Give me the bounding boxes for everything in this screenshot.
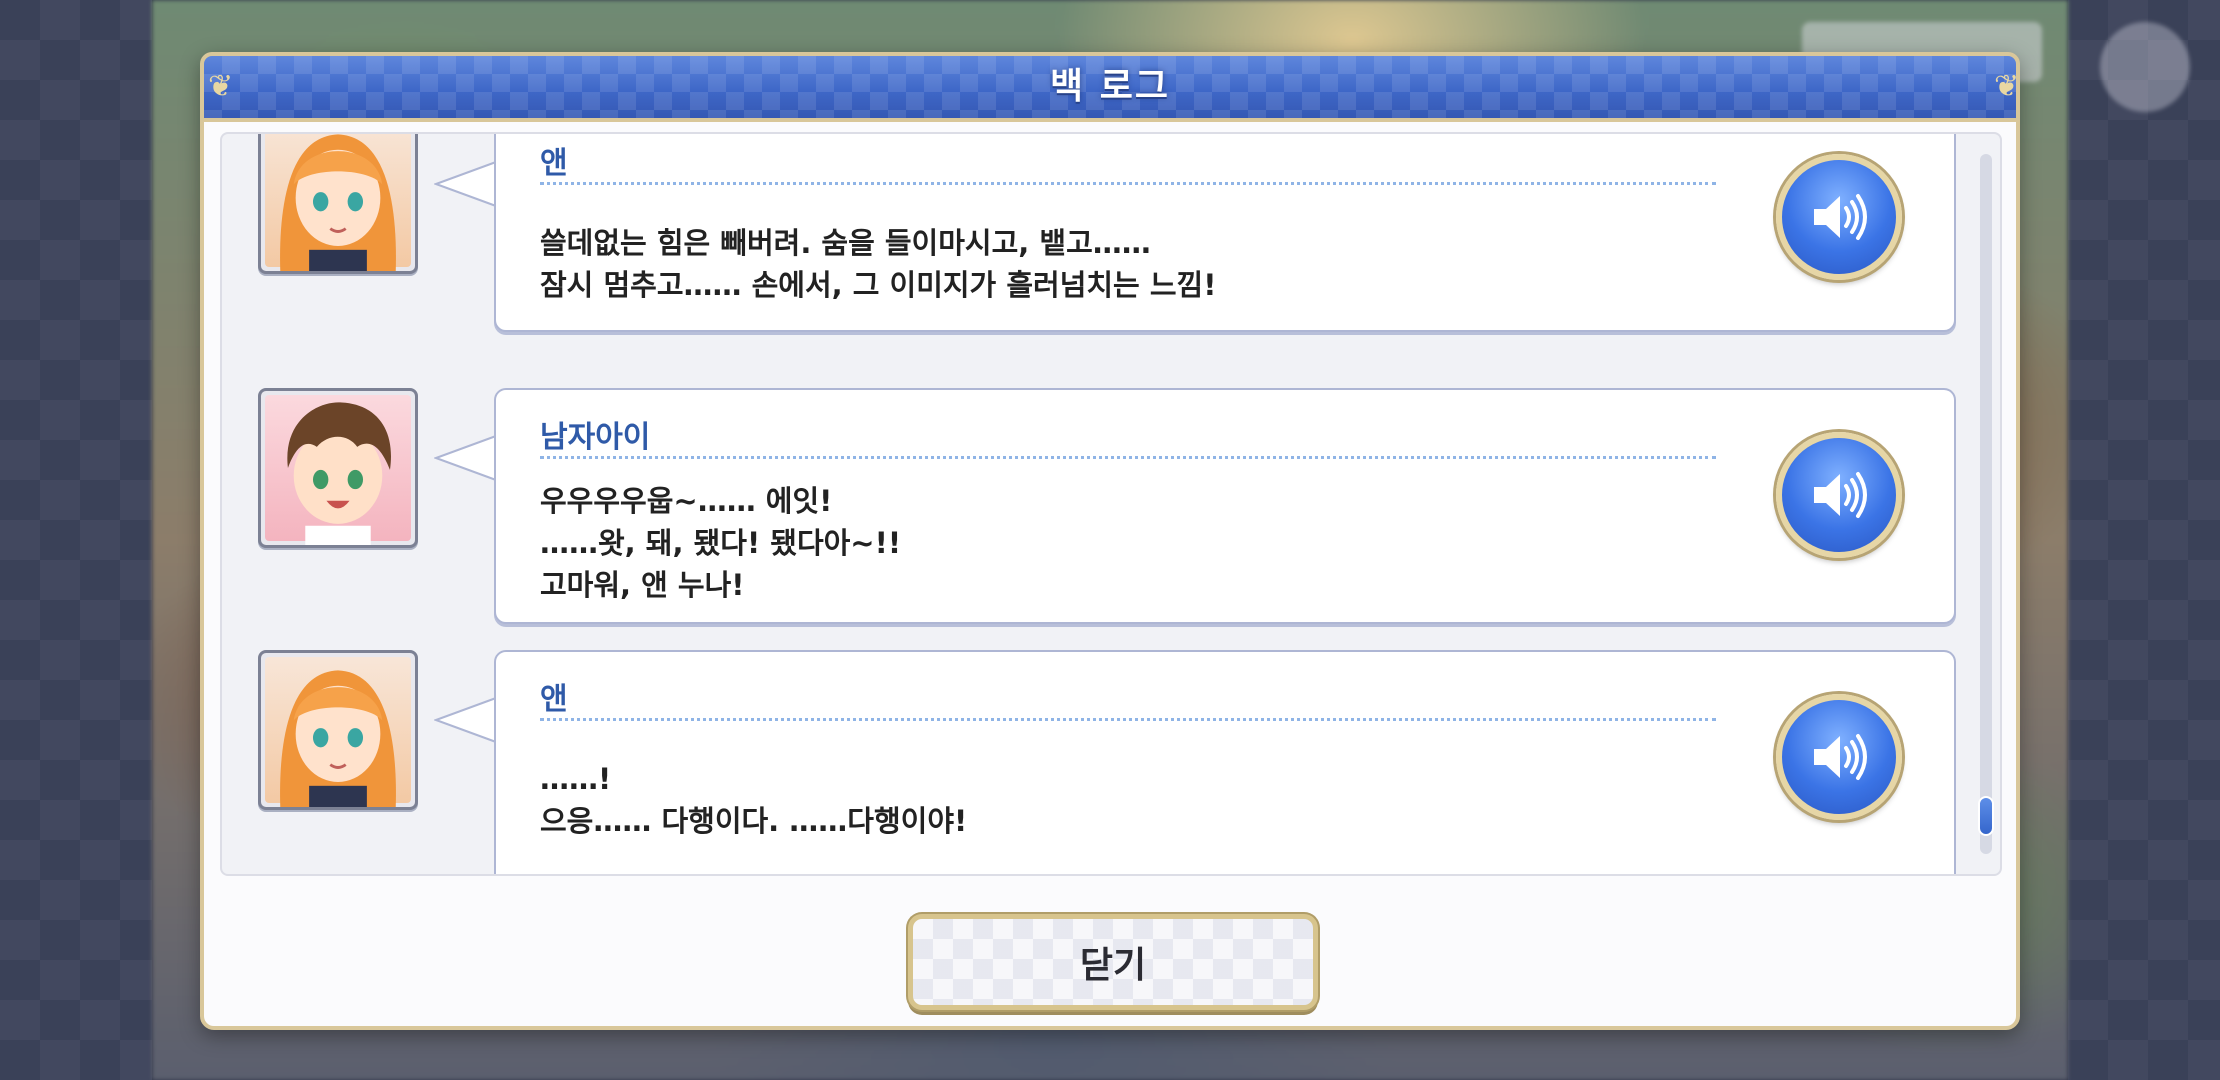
dialogue-line: 고마워, 앤 누나!	[540, 568, 745, 602]
speaker-volume-icon	[1814, 472, 1867, 518]
speaker-name: 남자아이	[540, 420, 651, 455]
speaker-volume-icon	[1814, 734, 1867, 780]
divider	[540, 456, 1716, 459]
dialogue-line: 잠시 멈추고…… 손에서, 그 이미지가 흘러넘치는 느낌!	[540, 268, 1217, 302]
close-button[interactable]: 닫기	[908, 914, 1318, 1010]
avatar	[258, 650, 418, 810]
speaker-name: 앤	[540, 146, 568, 181]
dialogue-text: 쓸데없는 힘은 빼버려. 숨을 들이마시고, 뱉고…… 잠시 멈추고…… 손에서…	[540, 222, 1690, 306]
dialogue-line: 쓸데없는 힘은 빼버려. 숨을 들이마시고, 뱉고……	[540, 226, 1151, 260]
divider	[540, 718, 1716, 721]
divider	[540, 182, 1716, 185]
dialogue-line: ……!	[540, 762, 612, 796]
left-side-pattern	[0, 0, 152, 1080]
ornament-icon: ❦	[1994, 69, 2020, 104]
scrollbar[interactable]	[1978, 154, 1994, 854]
backlog-list[interactable]: 앤 쓸데없는 힘은 빼버려. 숨을 들이마시고, 뱉고…… 잠시 멈추고…… 손…	[220, 132, 2002, 876]
right-side-pattern	[2068, 0, 2220, 1080]
list-item: 앤 ……! 으응…… 다행이다. ……다행이야!	[222, 650, 1972, 874]
dialogue-line: ……왓, 돼, 됐다! 됐다아~!!	[540, 526, 902, 560]
scrollbar-thumb[interactable]	[1978, 796, 1994, 836]
dialog-title: 백 로그	[1050, 66, 1170, 107]
dialogue-text: 우우우우웁~…… 에잇! ……왓, 돼, 됐다! 됐다아~!! 고마워, 앤 누…	[540, 480, 1690, 606]
list-item: 앤 쓸데없는 힘은 빼버려. 숨을 들이마시고, 뱉고…… 잠시 멈추고…… 손…	[222, 134, 1972, 350]
voice-play-button[interactable]	[1776, 154, 1902, 280]
list-item: 남자아이 우우우우웁~…… 에잇! ……왓, 돼, 됐다! 됐다아~!! 고마워…	[222, 388, 1972, 624]
avatar	[258, 134, 418, 274]
ornament-icon: ❦	[208, 69, 234, 104]
dialogue-bubble: 앤 ……! 으응…… 다행이다. ……다행이야!	[494, 650, 1956, 874]
speaker-volume-icon	[1814, 194, 1867, 240]
bubble-tail	[434, 161, 497, 207]
bubble-tail	[434, 435, 497, 481]
dialogue-text: ……! 으응…… 다행이다. ……다행이야!	[540, 758, 1690, 842]
dialogue-line: 으응…… 다행이다. ……다행이야!	[540, 804, 968, 838]
dialogue-line: 우우우우웁~…… 에잇!	[540, 484, 833, 518]
dialogue-bubble: 남자아이 우우우우웁~…… 에잇! ……왓, 돼, 됐다! 됐다아~!! 고마워…	[494, 388, 1956, 624]
close-button-label: 닫기	[1079, 945, 1147, 986]
avatar	[258, 388, 418, 548]
background-round-button	[2100, 22, 2190, 112]
bubble-tail	[434, 697, 497, 743]
voice-play-button[interactable]	[1776, 432, 1902, 558]
dialog-header: ❦ 백 로그 ❦	[200, 52, 2020, 122]
dialogue-bubble: 앤 쓸데없는 힘은 빼버려. 숨을 들이마시고, 뱉고…… 잠시 멈추고…… 손…	[494, 134, 1956, 332]
voice-play-button[interactable]	[1776, 694, 1902, 820]
speaker-name: 앤	[540, 682, 568, 717]
backlog-dialog: ❦ 백 로그 ❦ 앤 쓸데없는 힘은 빼버려. 숨을 들이마시고, 뱉고…… 잠…	[200, 52, 2020, 1030]
